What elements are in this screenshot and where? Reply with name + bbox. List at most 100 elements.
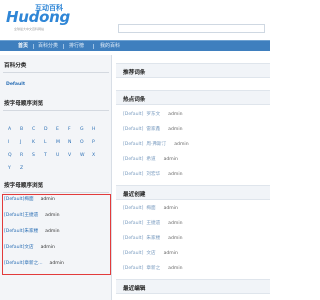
letter-link[interactable]: K [32,140,35,145]
letter-link[interactable]: F [68,127,71,132]
entry-user: admin [40,245,55,250]
entry-tag: [Default] [123,221,144,226]
list-item[interactable]: [Default] 希道 admin [123,156,178,164]
entry-user: admin [168,127,183,132]
list-item[interactable]: [Default] 周·弗斯汀 admin [123,141,189,149]
list-item[interactable]: [Default]梅面 admin [4,196,55,204]
category-link-default[interactable]: Default [6,82,25,87]
main-content: 推荐词条 热点词条 [Default] 罗东文 admin [Default] 雷家鑫… [116,55,270,300]
entry-tag: [Default] [123,172,144,177]
letter-link[interactable]: X [92,153,95,158]
entry-title[interactable]: 朱家楼 [146,236,160,241]
letter-link[interactable]: W [80,153,85,158]
list-item[interactable]: [Default]梅面 admin [123,205,178,213]
list-item[interactable]: [Default]章新之... admin [4,260,64,268]
entry-user: admin [163,206,178,211]
entry-title[interactable]: 希道 [146,157,155,162]
entry-title[interactable]: 朱家楼 [24,229,38,234]
letter-link[interactable]: L [44,140,47,145]
letter-link[interactable]: C [32,127,35,132]
list-item[interactable]: [Default]文店 admin [123,250,178,258]
recent-created-heading: 最近创建 [123,192,146,198]
logo-wordmark: Hudong [6,8,70,26]
letter-link[interactable]: S [32,153,35,158]
list-item[interactable]: [Default] 罗东文 admin [123,111,183,119]
site-logo[interactable]: 互动百科 Hudong 全球最大中文百科网站 [6,3,78,37]
list-item[interactable]: [Default] 雷家鑫 admin [123,126,183,134]
nav-separator [63,44,64,49]
nav-rankings[interactable]: 排行榜 [69,43,84,50]
letter-link[interactable]: R [20,153,23,158]
letter-link[interactable]: P [92,140,95,145]
letter-link[interactable]: U [56,153,59,158]
letter-link[interactable]: E [56,127,59,132]
entry-title[interactable]: 周·弗斯汀 [146,142,166,147]
letter-link[interactable]: V [68,153,71,158]
hot-section-header: 热点词条 [116,90,270,105]
entry-user: admin [168,236,183,241]
entry-tag: [Default] [4,245,25,250]
entry-title[interactable]: 刘宏华 [146,172,160,177]
letter-link[interactable]: A [8,127,11,132]
hot-heading: 热点词条 [123,97,146,103]
entry-user: admin [168,172,183,177]
list-item[interactable]: [Default] 章新之 admin [123,265,183,273]
letter-link[interactable]: Z [20,166,23,171]
entry-tag: [Default] [4,213,25,218]
letter-link[interactable]: M [56,140,60,145]
entry-title[interactable]: 文店 [146,251,155,256]
alpha-browse-heading-2: 按字母顺序浏览 [4,183,44,189]
nav-home[interactable]: 首页 [18,43,28,50]
entry-title[interactable]: 雷家鑫 [146,127,160,132]
list-item[interactable]: [Default]王捷遗 admin [123,220,183,228]
recommended-section-header: 推荐词条 [116,63,270,78]
entry-title[interactable]: 梅面 [146,206,155,211]
entry-user: admin [45,229,60,234]
letter-link[interactable]: Q [8,153,12,158]
entry-user: admin [163,157,178,162]
entry-tag: [Default] [123,157,144,162]
entry-user: admin [45,213,60,218]
entry-title[interactable]: 梅面 [24,197,33,202]
nav-categories[interactable]: 百科分类 [38,43,58,50]
letter-link[interactable]: G [80,127,84,132]
letter-link[interactable]: B [20,127,23,132]
entry-tag: [Default] [4,261,25,266]
entry-title[interactable]: 章新之 [146,266,160,271]
entry-title[interactable]: 罗东文 [146,112,160,117]
entry-tag: [Default] [123,142,144,147]
letter-link[interactable]: T [44,153,47,158]
entry-title[interactable]: 王捷遗 [146,221,160,226]
header-search-box[interactable] [118,24,265,33]
list-item[interactable]: [Default]朱家楼 admin [4,228,60,236]
letter-link[interactable]: H [92,127,95,132]
recent-created-section-header: 最近创建 [116,185,270,200]
nav-my-wiki[interactable]: 我的百科 [100,43,120,50]
entry-tag: [Default] [123,206,144,211]
letter-link[interactable]: Y [8,166,11,171]
nav-separator [93,44,94,49]
entry-tag: [Default] [123,251,144,256]
letter-link[interactable]: N [68,140,71,145]
entry-tag: [Default] [123,127,144,132]
recent-edited-section-header: 最近编辑 [116,279,270,294]
letter-link[interactable]: D [44,127,48,132]
entry-title[interactable]: 文店 [24,245,33,250]
entry-user: admin [49,261,64,266]
site-header: 互动百科 Hudong 全球最大中文百科网站 [0,0,270,40]
divider [3,110,109,111]
entry-user: admin [168,112,183,117]
letter-link[interactable]: O [80,140,84,145]
list-item[interactable]: [Default]王捷遗 admin [4,212,60,220]
recent-edited-heading: 最近编辑 [123,286,146,292]
entry-user: admin [163,251,178,256]
list-item[interactable]: [Default] 刘宏华 admin [123,171,183,179]
divider [3,72,109,73]
list-item[interactable]: [Default]朱家楼 admin [123,235,183,243]
letter-link[interactable]: I [8,140,9,145]
nav-separator [33,44,34,49]
letter-link[interactable]: J [20,140,21,145]
entry-title[interactable]: 章新之... [24,261,42,266]
entry-title[interactable]: 王捷遗 [24,213,38,218]
list-item[interactable]: [Default]文店 admin [4,244,55,252]
